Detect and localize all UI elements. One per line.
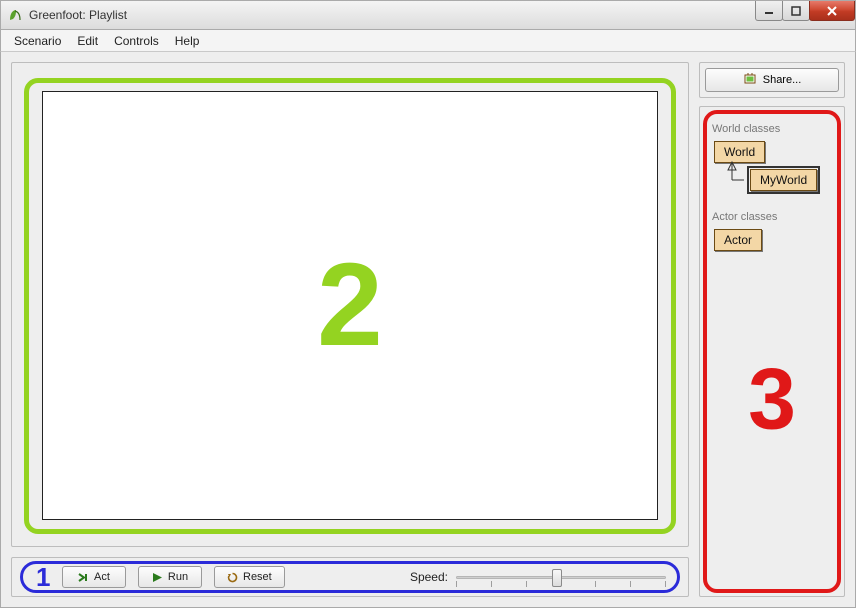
share-button[interactable]: Share... xyxy=(705,68,839,92)
menu-edit[interactable]: Edit xyxy=(70,32,105,50)
share-panel: Share... xyxy=(699,62,845,98)
actor-classes-label: Actor classes xyxy=(712,211,836,223)
app-icon xyxy=(7,7,23,23)
reset-icon xyxy=(227,572,238,583)
menu-bar: Scenario Edit Controls Help xyxy=(0,30,856,52)
act-button[interactable]: Act xyxy=(62,566,126,588)
control-bar: 1 Act Run Reset Speed: xyxy=(11,557,689,597)
right-column: Share... World classes World MyWorld Act… xyxy=(699,62,845,597)
run-label: Run xyxy=(168,571,188,583)
world-panel: 2 xyxy=(11,62,689,547)
tree-connector: MyWorld xyxy=(722,163,836,189)
annotation-3-label: 3 xyxy=(748,351,796,450)
step-icon xyxy=(78,572,89,583)
slider-thumb[interactable] xyxy=(552,569,562,587)
class-myworld[interactable]: MyWorld xyxy=(750,169,817,191)
left-column: 2 1 Act Run Reset xyxy=(11,62,689,597)
speed-label: Speed: xyxy=(410,570,448,584)
class-actor[interactable]: Actor xyxy=(714,229,762,251)
share-label: Share... xyxy=(763,74,802,86)
act-label: Act xyxy=(94,571,110,583)
close-button[interactable] xyxy=(809,1,855,21)
menu-help[interactable]: Help xyxy=(168,32,207,50)
maximize-button[interactable] xyxy=(782,1,810,21)
annotation-1-label: 1 xyxy=(36,562,50,593)
class-panel: World classes World MyWorld Actor classe… xyxy=(699,106,845,597)
reset-button[interactable]: Reset xyxy=(214,566,285,588)
world-classes-label: World classes xyxy=(712,123,836,135)
menu-scenario[interactable]: Scenario xyxy=(7,32,68,50)
title-bar: Greenfoot: Playlist xyxy=(0,0,856,30)
window-title: Greenfoot: Playlist xyxy=(29,8,127,22)
annotation-2-label: 2 xyxy=(317,237,383,373)
menu-controls[interactable]: Controls xyxy=(107,32,166,50)
client-area: 2 1 Act Run Reset xyxy=(0,52,856,608)
run-button[interactable]: Run xyxy=(138,566,202,588)
minimize-button[interactable] xyxy=(755,1,783,21)
window-controls xyxy=(756,1,855,21)
play-icon xyxy=(152,572,163,583)
speed-slider[interactable] xyxy=(456,567,666,587)
reset-label: Reset xyxy=(243,571,272,583)
share-icon xyxy=(743,72,757,89)
